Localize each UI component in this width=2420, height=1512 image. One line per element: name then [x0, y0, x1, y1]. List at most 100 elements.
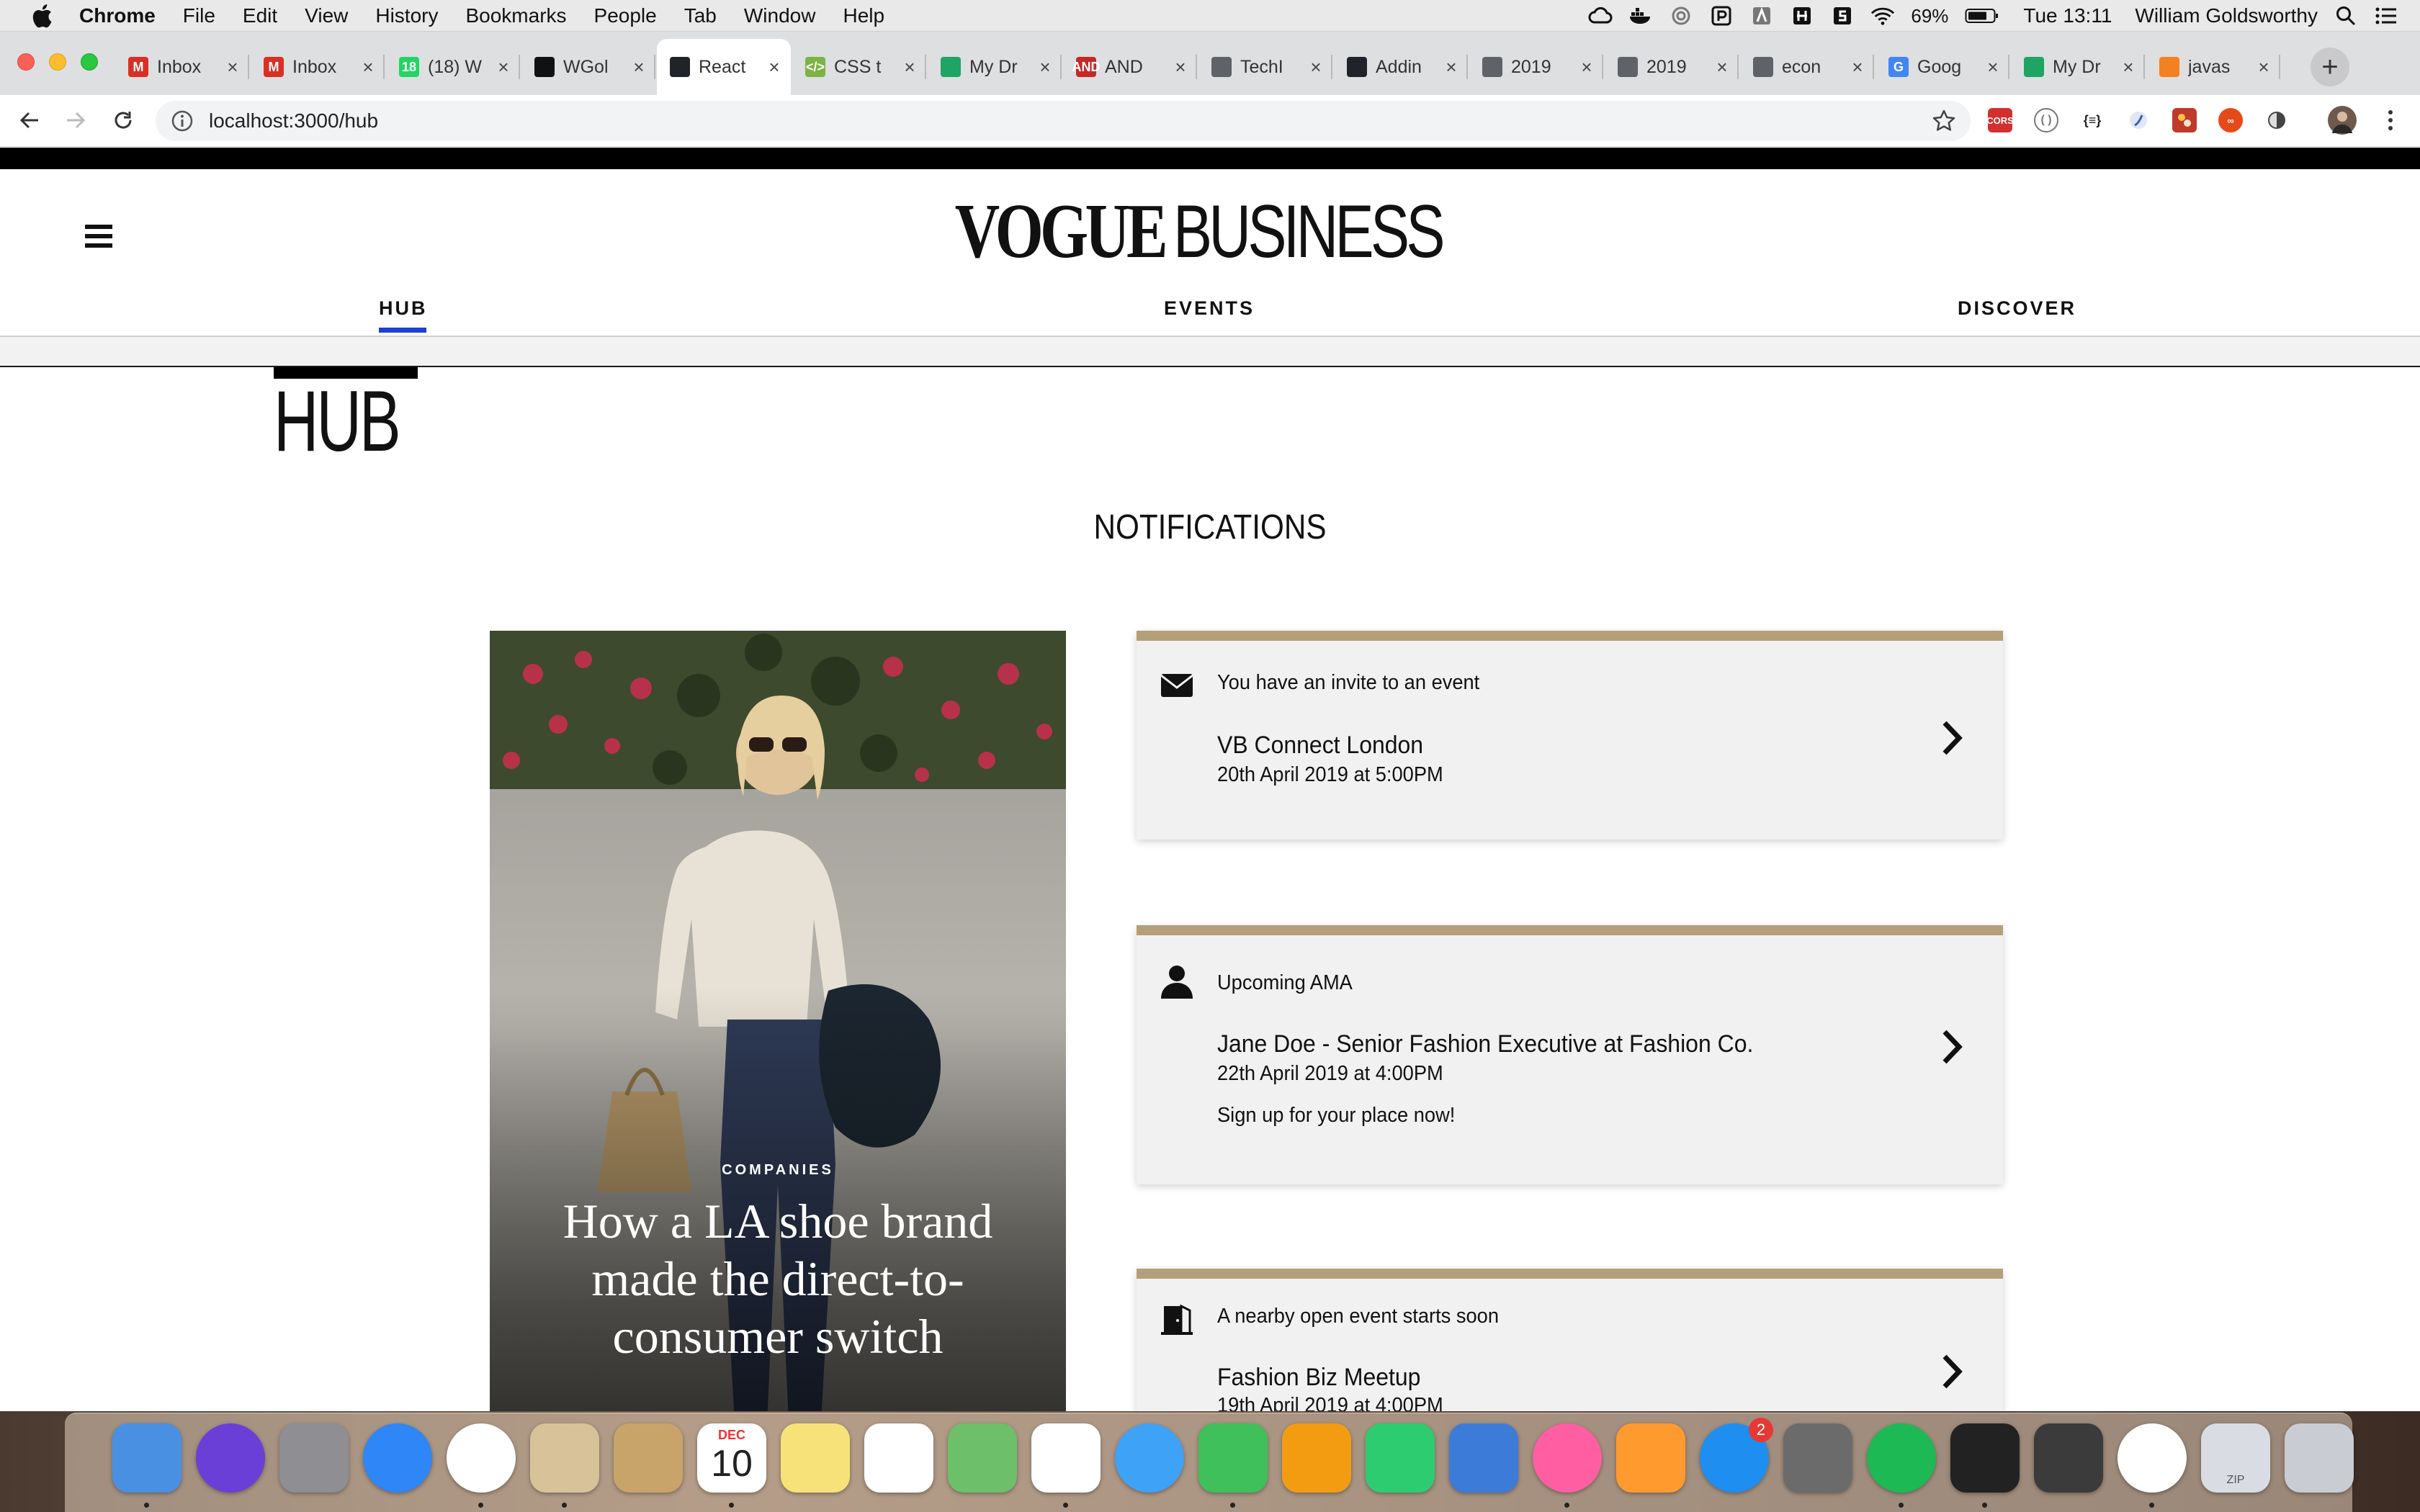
wifi-icon[interactable]: [1870, 4, 1895, 28]
back-button[interactable]: [13, 104, 46, 137]
menu-app-name[interactable]: Chrome: [79, 4, 156, 27]
browser-tab[interactable]: 2019 ×: [1469, 39, 1603, 95]
nav-tab-discover[interactable]: DISCOVER: [1958, 297, 2076, 320]
puzzle-extension-icon[interactable]: [2172, 108, 2197, 132]
creative-cloud-icon[interactable]: [1588, 4, 1613, 28]
dock-archive-icon[interactable]: ZIP: [2201, 1423, 2270, 1493]
browser-tab[interactable]: G Goog ×: [1876, 39, 2009, 95]
article-category[interactable]: COMPANIES: [490, 1162, 1066, 1179]
tab-close-icon[interactable]: ×: [225, 56, 241, 78]
tab-close-icon[interactable]: ×: [1850, 56, 1865, 78]
hamburger-menu-icon[interactable]: [85, 225, 112, 248]
dock-reminders-icon[interactable]: [864, 1423, 933, 1493]
notification-card[interactable]: You have an invite to an event VB Connec…: [1137, 631, 2003, 840]
dock-keynote-icon[interactable]: [1449, 1423, 1518, 1493]
s-box-icon[interactable]: [1830, 4, 1855, 28]
profile-avatar[interactable]: [2328, 106, 2357, 135]
apple-menu-icon[interactable]: [27, 1, 56, 30]
browser-tab[interactable]: My Dr ×: [2011, 39, 2145, 95]
docker-icon[interactable]: [1628, 4, 1653, 28]
window-zoom-button[interactable]: [81, 53, 98, 71]
browser-tab[interactable]: econ ×: [1740, 39, 1874, 95]
tab-close-icon[interactable]: ×: [902, 56, 918, 78]
notification-card[interactable]: A nearby open event starts soon Fashion …: [1137, 1269, 2003, 1411]
browser-tab[interactable]: Addin ×: [1334, 39, 1468, 95]
dock-slack-icon[interactable]: [2118, 1423, 2187, 1493]
browser-tab[interactable]: M Inbox ×: [115, 39, 249, 95]
address-bar[interactable]: localhost:3000/hub: [156, 101, 1971, 141]
chevron-right-icon[interactable]: [1937, 1352, 1966, 1391]
chrome-menu-icon[interactable]: [2374, 104, 2407, 137]
window-minimize-button[interactable]: [49, 53, 66, 71]
browser-tab[interactable]: WGol ×: [521, 39, 655, 95]
tab-close-icon[interactable]: ×: [496, 56, 511, 78]
menu-people[interactable]: People: [594, 4, 657, 27]
dock-photos-icon[interactable]: [1031, 1423, 1101, 1493]
battery-icon[interactable]: [1964, 4, 2000, 28]
dock-maps-icon[interactable]: [948, 1423, 1017, 1493]
tab-close-icon[interactable]: ×: [1173, 56, 1188, 78]
infinity-extension-icon[interactable]: ∞: [2218, 108, 2243, 132]
chevron-right-icon[interactable]: [1937, 719, 1966, 757]
dock-calendar-icon[interactable]: DEC 10: [697, 1423, 766, 1493]
browser-tab[interactable]: My Dr ×: [928, 39, 1062, 95]
pocket-icon[interactable]: [1709, 4, 1734, 28]
menu-view[interactable]: View: [305, 4, 348, 27]
dock-messages-icon[interactable]: [1115, 1423, 1184, 1493]
user-name[interactable]: William Goldsworthy: [2135, 4, 2318, 27]
clock[interactable]: Tue 13:11: [2023, 4, 2112, 27]
dock-itunes-icon[interactable]: [1533, 1423, 1602, 1493]
menu-history[interactable]: History: [375, 4, 438, 27]
menu-window[interactable]: Window: [744, 4, 816, 27]
window-close-button[interactable]: [17, 53, 35, 71]
tab-close-icon[interactable]: ×: [2256, 56, 2272, 78]
tab-close-icon[interactable]: ×: [1037, 56, 1053, 78]
tab-close-icon[interactable]: ×: [1308, 56, 1324, 78]
dock-pages-icon[interactable]: [1282, 1423, 1351, 1493]
bookmark-star-icon[interactable]: [1932, 109, 1956, 133]
cors-extension-icon[interactable]: CORS: [1986, 108, 2014, 132]
dock-trash-icon[interactable]: [2285, 1423, 2354, 1493]
tab-close-icon[interactable]: ×: [1443, 56, 1459, 78]
new-tab-button[interactable]: +: [2311, 48, 2349, 86]
nav-tab-events[interactable]: EVENTS: [1164, 297, 1255, 320]
dock-facetime-icon[interactable]: [1198, 1423, 1268, 1493]
dock-spotify-icon[interactable]: [1867, 1423, 1936, 1493]
feather-extension-icon[interactable]: [2126, 108, 2151, 132]
browser-tab[interactable]: TechI ×: [1198, 39, 1332, 95]
dock-numbers-icon[interactable]: [1366, 1423, 1435, 1493]
url-text[interactable]: localhost:3000/hub: [209, 109, 378, 132]
dock-terminal-icon[interactable]: [1950, 1423, 2020, 1493]
tab-close-icon[interactable]: ×: [1579, 56, 1595, 78]
dock-contacts-icon[interactable]: [614, 1423, 683, 1493]
dock-sublime-text-icon[interactable]: [2034, 1423, 2103, 1493]
dock-app-store-icon[interactable]: 2: [1700, 1418, 1773, 1493]
browser-tab[interactable]: AND AND ×: [1063, 39, 1197, 95]
hashtag-box-icon[interactable]: [1790, 4, 1814, 28]
site-info-icon[interactable]: [170, 109, 194, 133]
tab-close-icon[interactable]: ×: [1714, 56, 1730, 78]
menu-tab[interactable]: Tab: [684, 4, 717, 27]
reload-button[interactable]: [107, 104, 140, 137]
vogue-business-logo[interactable]: VOGUE BUSINESS: [850, 192, 1570, 272]
notification-center-icon[interactable]: [2374, 4, 2398, 28]
dock-books-icon[interactable]: [1616, 1423, 1685, 1493]
notification-card[interactable]: Upcoming AMA Jane Doe - Senior Fashion E…: [1137, 925, 2003, 1184]
tab-close-icon[interactable]: ×: [2120, 56, 2136, 78]
dock-chrome-icon[interactable]: [447, 1423, 516, 1493]
browser-tab[interactable]: React ×: [657, 39, 791, 95]
dock-siri-icon[interactable]: [196, 1423, 265, 1493]
dock-system-preferences-icon[interactable]: [1783, 1423, 1852, 1493]
browser-tab[interactable]: 18 (18) W ×: [386, 39, 520, 95]
spotlight-search-icon[interactable]: [2334, 4, 2358, 28]
a-box-icon[interactable]: [1749, 4, 1774, 28]
chevron-right-icon[interactable]: [1937, 1027, 1966, 1066]
menu-bookmarks[interactable]: Bookmarks: [465, 4, 566, 27]
dock-notes-icon[interactable]: [781, 1423, 850, 1493]
forward-button[interactable]: [59, 104, 92, 137]
dock-finder-icon[interactable]: [112, 1423, 182, 1493]
menu-file[interactable]: File: [183, 4, 215, 27]
dock-safari-icon[interactable]: [363, 1423, 432, 1493]
browser-tab[interactable]: </> CSS t ×: [792, 39, 926, 95]
dock-launchpad-icon[interactable]: [279, 1423, 349, 1493]
